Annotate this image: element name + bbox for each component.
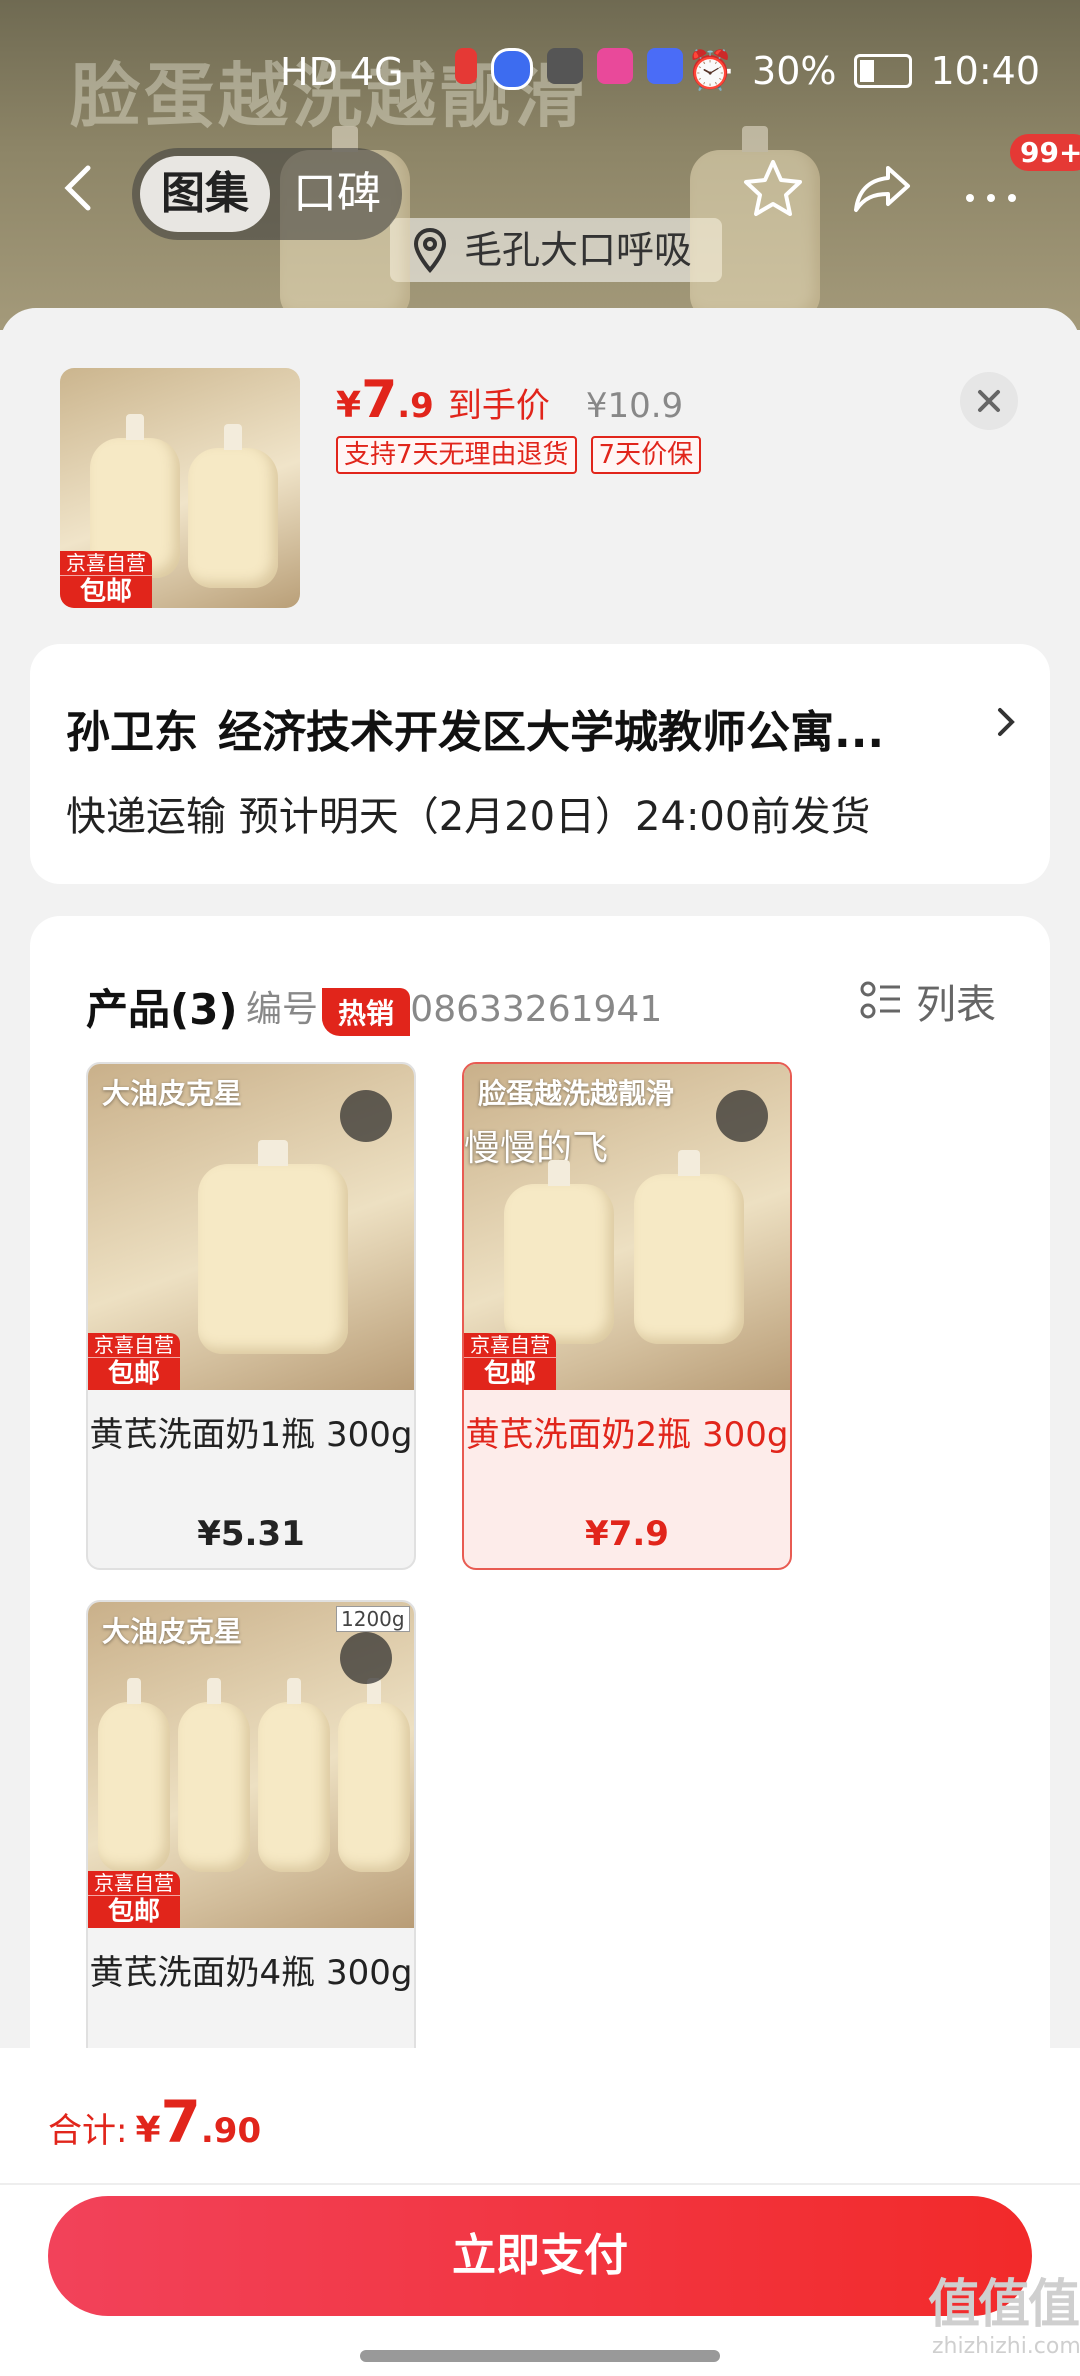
total-decimal: .90: [200, 2111, 262, 2151]
bottle-image: [634, 1150, 744, 1344]
back-arrow-icon[interactable]: [50, 158, 110, 218]
bottle-image: [98, 1678, 170, 1872]
jd-self-operated-badge: 京喜自营 包邮: [464, 1333, 556, 1390]
list-view-button[interactable]: 列表: [860, 972, 996, 1030]
checkout-footer: 合计: ¥ 7 .90 立即支付: [0, 2048, 1080, 2376]
jd-self-operated-badge: 京喜自营 包邮: [88, 1333, 180, 1390]
price-row: ¥ 7 .9 到手价 ¥10.9: [336, 370, 683, 430]
product-option-image: 大油皮克星 1200g 京喜自营 包邮: [88, 1602, 414, 1928]
product-option-image: 大油皮克星 京喜自营 包邮: [88, 1064, 414, 1390]
expand-image-icon[interactable]: [340, 1632, 392, 1684]
size-tag: 1200g: [336, 1606, 410, 1632]
message-count-badge: 99+: [1010, 134, 1080, 171]
address-detail: 经济技术开发区大学城教师公寓...: [218, 707, 885, 758]
price-integer: 7: [361, 370, 398, 430]
list-view-label: 列表: [916, 982, 996, 1028]
selected-product-thumbnail: 京喜自营 包邮: [60, 368, 300, 608]
purchase-sheet: 京喜自营 包邮 ¥ 7 .9 到手价 ¥10.9 支持7天无理由退货 7天价保 …: [0, 308, 1080, 2084]
expand-image-icon[interactable]: [340, 1090, 392, 1142]
network-indicator: HD 4G: [280, 50, 404, 94]
chat-icon: [547, 48, 583, 84]
bottle-image: [338, 1678, 410, 1872]
browser-icon: [491, 48, 533, 90]
footer-divider: [0, 2183, 1080, 2185]
product-count-title: 产品(3): [86, 985, 238, 1034]
bottle-image: [188, 424, 278, 588]
top-nav-bar: 图集 口碑 99+: [0, 134, 1080, 240]
total-currency: ¥: [135, 2110, 161, 2151]
product-option-3[interactable]: 大油皮克星 1200g 京喜自营 包邮 黄芪洗面奶4瓶 300g: [86, 1600, 416, 2084]
pay-now-button[interactable]: 立即支付: [48, 2196, 1032, 2316]
clock: 10:40: [930, 48, 1040, 93]
product-option-price: ¥5.31: [197, 1514, 305, 1554]
tab-reviews[interactable]: 口碑: [282, 156, 392, 232]
service-tags: 支持7天无理由退货 7天价保: [336, 436, 702, 474]
product-option-1[interactable]: 大油皮克星 京喜自营 包邮 黄芪洗面奶1瓶 300g ¥5.31: [86, 1062, 416, 1570]
final-price-label: 到手价: [447, 386, 550, 426]
product-option-name: 黄芪洗面奶1瓶 300g: [89, 1415, 413, 1455]
product-option-name: 黄芪洗面奶2瓶 300g: [465, 1415, 789, 1455]
battery-icon: [854, 53, 913, 88]
bottle-image: [504, 1160, 614, 1344]
watermark-url: zhizhizhi.com: [932, 2334, 1080, 2359]
red-packet-icon: [455, 48, 477, 84]
jd-self-operated-badge: 京喜自营 包邮: [60, 551, 152, 608]
price-decimal: .9: [397, 386, 434, 426]
bottle-image: [178, 1678, 250, 1872]
home-indicator[interactable]: [360, 2350, 720, 2362]
tab-gallery[interactable]: 图集: [140, 156, 270, 232]
bottle-image: [258, 1678, 330, 1872]
jd-self-operated-badge: 京喜自营 包邮: [88, 1871, 180, 1928]
status-bar: HD 4G ⋯ ⏰ 30% 10:40: [0, 40, 1080, 110]
product-code: 编号: 10108633261941: [246, 989, 663, 1030]
shop-app-icon: [597, 48, 633, 84]
image-slogan: 大油皮克星: [102, 1615, 243, 1648]
total-label: 合计:: [48, 2111, 128, 2151]
gallery-review-switch: 图集 口碑: [132, 148, 402, 240]
product-option-2[interactable]: 脸蛋越洗越靓滑 慢慢的飞 京喜自营 包邮 黄芪洗面奶2瓶 300g ¥7.9: [462, 1062, 792, 1570]
bottle-image: [198, 1140, 348, 1354]
image-slogan: 大油皮克星: [102, 1077, 243, 1110]
expand-image-icon[interactable]: [716, 1090, 768, 1142]
hot-sale-badge: 热销: [322, 988, 411, 1036]
share-icon[interactable]: [848, 154, 918, 224]
favorite-star-icon[interactable]: [738, 154, 808, 224]
recipient-name: 孙卫东: [66, 707, 198, 758]
battery-percent: 30%: [752, 48, 837, 93]
close-icon[interactable]: [960, 372, 1018, 430]
address-card[interactable]: 孙卫东 经济技术开发区大学城教师公寓... 快递运输 预计明天（2月20日）24:…: [30, 644, 1050, 884]
shipping-estimate: 快递运输 预计明天（2月20日）24:00前发货: [66, 794, 871, 840]
order-total: 合计: ¥ 7 .90: [48, 2088, 261, 2156]
address-line: 孙卫东 经济技术开发区大学城教师公寓...: [66, 696, 884, 760]
price-protection-tag: 7天价保: [590, 436, 702, 474]
original-price: ¥10.9: [585, 386, 684, 426]
return-policy-tag: 支持7天无理由退货: [336, 436, 577, 474]
product-option-image: 脸蛋越洗越靓滑 慢慢的飞 京喜自营 包邮: [464, 1064, 790, 1390]
image-overlay-text: 慢慢的飞: [464, 1128, 609, 1169]
price-symbol: ¥: [336, 385, 362, 426]
alarm-icon: ⏰: [686, 48, 735, 92]
image-slogan: 脸蛋越洗越靓滑: [478, 1077, 675, 1110]
list-view-icon: [860, 981, 900, 1019]
chevron-right-icon[interactable]: [990, 702, 1020, 742]
status-right: ⏰ 30% 10:40: [687, 48, 1040, 93]
product-option-price: ¥7.9: [585, 1514, 669, 1554]
product-option-name: 黄芪洗面奶4瓶 300g: [89, 1953, 413, 1993]
product-options-card: 产品(3) 编号: 10108633261941 列表 大油皮克星 京喜自营 包…: [30, 916, 1050, 2084]
music-icon: [647, 48, 683, 84]
total-integer: 7: [160, 2088, 201, 2156]
watermark-logo: 值值值: [928, 2275, 1080, 2335]
